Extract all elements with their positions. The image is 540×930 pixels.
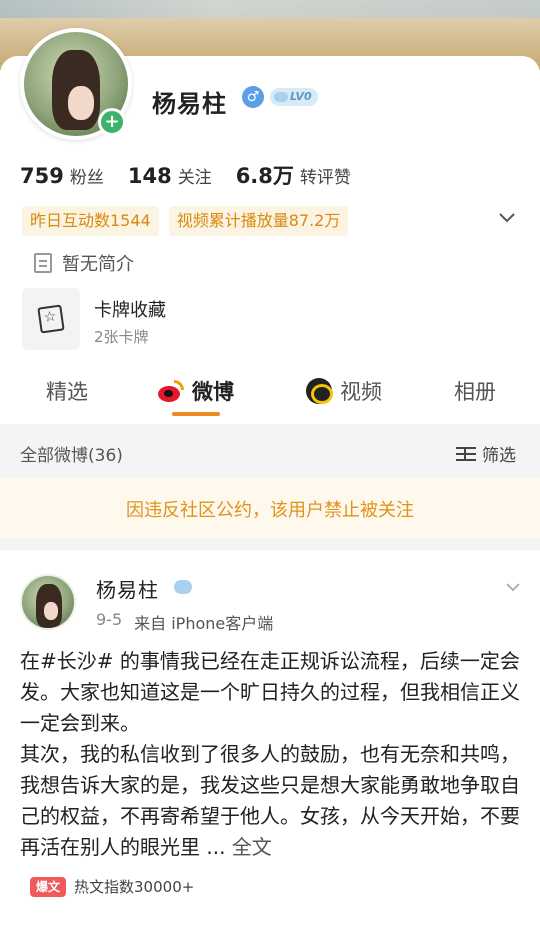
- stat-value: 148: [127, 164, 172, 188]
- weibo-icon: [156, 380, 184, 402]
- stat-reposts-comments-likes[interactable]: 6.8万 转评赞: [236, 160, 351, 190]
- filter-icon: [456, 445, 478, 463]
- highlight-interactions[interactable]: 昨日互动数1544: [22, 206, 159, 236]
- hot-badge: 爆文: [30, 876, 67, 897]
- chevron-down-icon[interactable]: [504, 578, 522, 596]
- post-meta: 9-5 来自 iPhone客户端: [96, 610, 273, 634]
- tab-album[interactable]: 相册: [454, 376, 496, 406]
- active-tab-indicator: [172, 412, 220, 416]
- male-icon: ♂: [242, 86, 264, 108]
- post-paragraph: 其次，我的私信收到了很多人的鼓励，也有无奈和共鸣，我想告诉大家的是，我发这些只是…: [20, 739, 526, 863]
- filter-button-label: 筛选: [482, 446, 516, 466]
- tab-label: 相册: [454, 380, 496, 404]
- stat-value: 6.8万: [235, 164, 294, 188]
- stat-label: 粉丝: [69, 168, 104, 188]
- tab-weibo[interactable]: 微博: [156, 376, 234, 406]
- full-text-link[interactable]: 全文: [232, 835, 272, 859]
- stat-label: 转评赞: [299, 168, 351, 188]
- card-collection-count: 2张卡牌: [94, 328, 149, 346]
- video-icon: [306, 378, 333, 404]
- document-icon: [34, 253, 52, 273]
- all-posts-label[interactable]: 全部微博(36): [20, 441, 123, 466]
- highlight-video-plays[interactable]: 视频累计播放量87.2万: [168, 206, 349, 236]
- add-icon[interactable]: +: [98, 108, 126, 136]
- chevron-down-icon[interactable]: [496, 206, 518, 228]
- tab-featured[interactable]: 精选: [46, 376, 88, 406]
- stat-label: 关注: [177, 168, 212, 188]
- post-body: 在#长沙# 的事情我已经在走正规诉讼流程，后续一定会发。大家也知道这是一个旷日持…: [20, 646, 526, 863]
- post-author-avatar[interactable]: [20, 574, 76, 630]
- profile-stats: 759 粉丝 148 关注 6.8万 转评赞: [20, 160, 351, 190]
- post-author-name[interactable]: 杨易柱: [96, 574, 159, 603]
- card-collection-title[interactable]: 卡牌收藏: [94, 296, 166, 322]
- tab-label: 微博: [192, 380, 234, 404]
- level-cloud-icon: [174, 580, 192, 594]
- topic-link[interactable]: #长沙#: [40, 649, 114, 673]
- profile-intro[interactable]: 暂无简介: [34, 250, 134, 276]
- tab-label: 精选: [46, 380, 88, 404]
- profile-username: 杨易柱: [152, 90, 227, 118]
- post-date: 9-5: [96, 610, 123, 629]
- stat-following[interactable]: 148 关注: [128, 163, 212, 188]
- profile-tabs: 精选 微博 视频 相册: [0, 366, 540, 422]
- tab-video[interactable]: 视频: [306, 376, 382, 406]
- follow-restriction-notice: 因违反社区公约，该用户禁止被关注: [0, 478, 540, 538]
- card-collection-icon-box[interactable]: [22, 288, 80, 350]
- notice-text: 因违反社区公约，该用户禁止被关注: [126, 500, 414, 521]
- highlight-pills: 昨日互动数1544 视频累计播放量87.2万: [22, 206, 349, 236]
- filter-button[interactable]: 筛选: [456, 441, 516, 466]
- stat-followers[interactable]: 759 粉丝: [20, 163, 104, 188]
- post-source: 来自 iPhone客户端: [134, 614, 274, 633]
- post-text: 在: [20, 649, 40, 673]
- card-collection-icon: [37, 304, 65, 334]
- post-card[interactable]: 杨易柱 9-5 来自 iPhone客户端 在#长沙# 的事情我已经在走正规诉讼流…: [0, 550, 540, 930]
- intro-text: 暂无简介: [62, 254, 134, 275]
- hot-index-text: 热文指数30000+: [74, 878, 195, 896]
- post-paragraph: 在#长沙# 的事情我已经在走正规诉讼流程，后续一定会发。大家也知道这是一个旷日持…: [20, 646, 526, 739]
- level-badge[interactable]: LV0: [270, 88, 318, 106]
- tab-label: 视频: [340, 380, 382, 404]
- hot-index[interactable]: 爆文 热文指数30000+: [30, 876, 194, 897]
- stat-value: 759: [20, 164, 64, 188]
